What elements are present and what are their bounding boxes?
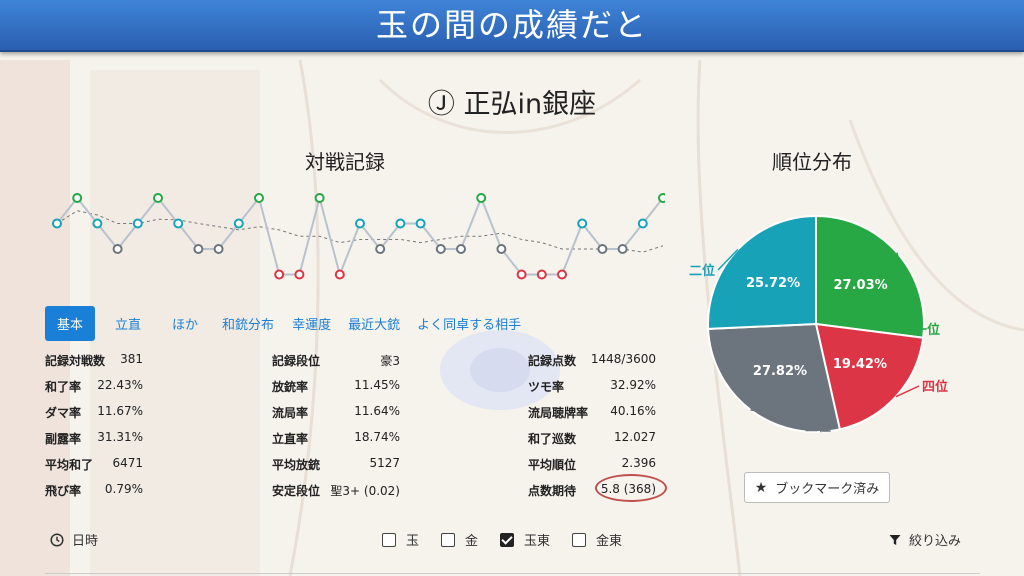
pie-value-label: 19.42% (833, 357, 887, 372)
stat-value: 5127 (369, 456, 400, 470)
stat-value: 40.16% (610, 404, 656, 418)
stat-label: 流局聴牌率 (528, 406, 589, 420)
stat-value: 0.79% (104, 482, 143, 496)
stat-label: 和了巡数 (528, 432, 577, 446)
filter-kin-east[interactable]: 金東 (572, 530, 622, 549)
stat-value: 31.31% (97, 430, 143, 444)
filter-gyoku-east[interactable]: 玉東 (500, 530, 550, 549)
pie-category-label: 四位 (922, 379, 948, 395)
checkbox-kin[interactable] (441, 532, 456, 547)
divider (45, 573, 980, 574)
stat-label: 平均和了 (45, 458, 94, 472)
bookmark-button[interactable]: ★ ブックマーク済み (744, 472, 890, 503)
stat-label: 和了率 (45, 380, 82, 394)
date-sort[interactable]: 日時 (50, 530, 98, 549)
stat-value: 6471 (112, 456, 143, 470)
stat-label: 放銃率 (272, 380, 309, 394)
filter-kin-label: 金 (465, 534, 479, 549)
stat-label: 記録段位 (272, 354, 321, 368)
bookmark-label: ブックマーク済み (775, 482, 880, 497)
room-filters: 玉 金 玉東 金東 (382, 530, 644, 549)
stat-value: 22.43% (97, 378, 143, 392)
pie-category-label: 二位 (689, 263, 715, 279)
pie-value-label: 25.72% (746, 276, 800, 291)
pie-value-label: 27.82% (753, 364, 807, 379)
page-banner: 玉の間の成績だと (0, 0, 1024, 52)
stat-label: 立直率 (272, 432, 309, 446)
pie-category-label: 三位 (805, 419, 831, 435)
stat-value: 12.027 (614, 430, 656, 444)
filter-kin-east-label: 金東 (596, 534, 623, 549)
clock-icon (50, 532, 64, 547)
stat-value: 11.64% (354, 404, 400, 418)
expected-score-highlight (595, 474, 667, 502)
stat-value: 1448/3600 (590, 352, 656, 366)
stat-label: 記録点数 (528, 354, 577, 368)
pie-value-label: 27.03% (834, 278, 888, 293)
stat-label: ツモ率 (528, 380, 565, 394)
banner-title: 玉の間の成績だと (375, 6, 648, 44)
stat-label: 安定段位 (272, 484, 321, 498)
filter-button[interactable]: 絞り込み (889, 530, 961, 549)
star-icon: ★ (754, 479, 768, 496)
filter-kin[interactable]: 金 (441, 530, 478, 549)
filter-button-label: 絞り込み (909, 534, 962, 549)
date-label: 日時 (72, 534, 99, 549)
stat-value: 32.92% (610, 378, 656, 392)
pie-slice (707, 214, 817, 330)
stat-value: 2.396 (621, 456, 656, 470)
pie-category-label: 一位 (914, 322, 940, 338)
stat-value: 11.67% (97, 404, 143, 418)
stat-label: 記録対戦数 (45, 354, 106, 368)
stat-value: 豪3 (380, 354, 400, 368)
stat-value: 18.74% (354, 430, 400, 444)
checkbox-kin-east[interactable] (572, 532, 587, 547)
rank-distribution-pie: 27.03% 一位 19.42% 四位 27.82% 三位 25.72% 二位 (689, 214, 948, 435)
funnel-icon (889, 534, 901, 545)
checkbox-gyoku-east[interactable] (500, 532, 515, 547)
stat-label: 流局率 (272, 406, 309, 420)
filter-gyoku-east-label: 玉東 (524, 534, 551, 549)
checkbox-gyoku[interactable] (382, 532, 396, 547)
stat-label: ダマ率 (45, 406, 82, 420)
rank-distribution-title: 順位分布 (772, 150, 852, 174)
stat-label: 平均放銃 (272, 458, 321, 472)
stat-value: 381 (120, 352, 143, 366)
stat-label: 飛び率 (45, 484, 82, 498)
stat-label: 副露率 (45, 432, 82, 446)
stat-label: 点数期待 (528, 484, 577, 498)
filter-gyoku[interactable]: 玉 (382, 530, 419, 549)
stat-value: 11.45% (354, 378, 400, 392)
stat-label: 平均順位 (528, 458, 577, 472)
filter-gyoku-label: 玉 (406, 534, 420, 549)
stat-value: 聖3+ (0.02) (330, 484, 400, 498)
